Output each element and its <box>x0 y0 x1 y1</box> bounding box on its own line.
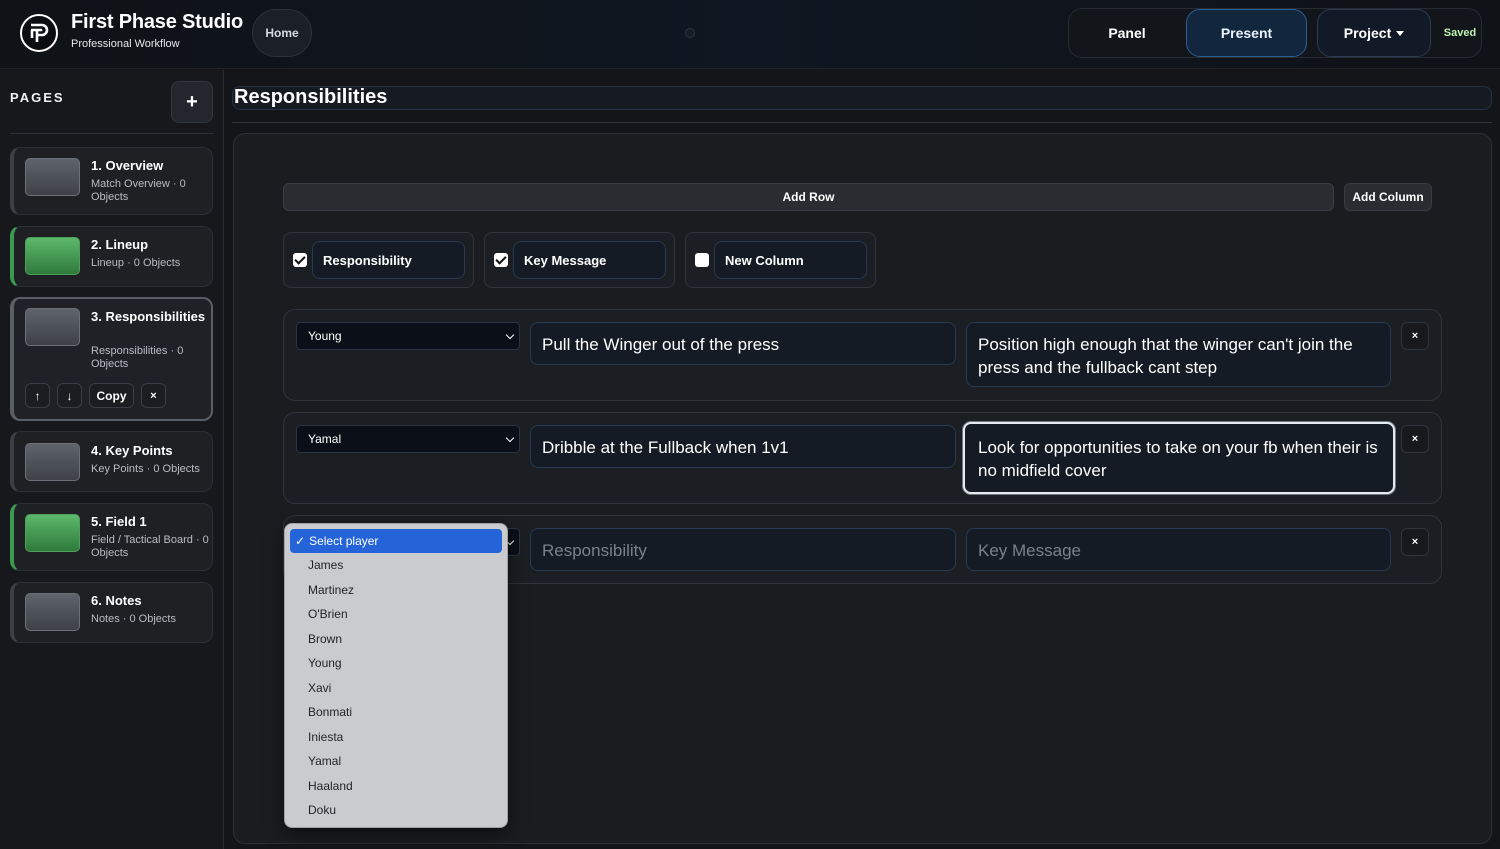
logo-icon <box>20 14 58 52</box>
page-thumbnail <box>25 237 80 275</box>
copy-page-button[interactable]: Copy <box>89 383 134 408</box>
page-title: Responsibilities <box>234 86 388 108</box>
page-card-responsibilities[interactable]: 3. Responsibilities Responsibilities · 0… <box>10 297 213 421</box>
column-visible-checkbox[interactable] <box>695 253 709 267</box>
column-visible-checkbox[interactable] <box>494 253 508 267</box>
project-menu-button[interactable]: Project <box>1317 9 1431 57</box>
page-card-key-points[interactable]: 4. Key Points Key Points · 0 Objects <box>10 431 213 492</box>
move-down-button[interactable]: ↓ <box>57 383 82 408</box>
column-card-new-column: New Column <box>685 232 876 288</box>
dropdown-option[interactable]: Yamal <box>285 749 507 774</box>
player-dropdown: ✓ Select player James Martinez O'Brien Br… <box>284 523 508 828</box>
status-dot-icon <box>685 28 695 38</box>
dropdown-option[interactable]: Doku <box>285 798 507 823</box>
dropdown-option[interactable]: Young <box>285 651 507 676</box>
page-title-bar[interactable] <box>232 86 1492 110</box>
page-title: 1. Overview <box>91 158 164 173</box>
player-select[interactable]: Yamal <box>296 425 520 453</box>
project-label: Project <box>1343 25 1392 41</box>
responsibility-field[interactable]: Pull the Winger out of the press <box>530 322 956 365</box>
main-divider <box>232 122 1492 123</box>
dropdown-option[interactable]: O'Brien <box>285 602 507 627</box>
caret-down-icon <box>1396 30 1405 36</box>
player-select-value: Young <box>308 329 342 343</box>
page-subtitle: Key Points · 0 Objects <box>91 463 200 475</box>
page-subtitle: Lineup · 0 Objects <box>91 257 181 269</box>
delete-row-button[interactable]: × <box>1401 322 1429 350</box>
page-card-lineup[interactable]: 2. Lineup Lineup · 0 Objects <box>10 226 213 287</box>
page-thumbnail <box>25 443 80 481</box>
page-subtitle: Notes · 0 Objects <box>91 613 176 625</box>
home-button[interactable]: Home <box>252 9 312 57</box>
page-thumbnail <box>25 514 80 552</box>
column-name-input[interactable]: Responsibility <box>312 241 465 279</box>
column-name-input[interactable]: New Column <box>714 241 867 279</box>
dropdown-option[interactable]: Iniesta <box>285 725 507 750</box>
page-title: 4. Key Points <box>91 443 173 458</box>
delete-row-button[interactable]: × <box>1401 425 1429 453</box>
dropdown-option[interactable]: Martinez <box>285 578 507 603</box>
dropdown-option[interactable]: Brown <box>285 627 507 652</box>
page-subtitle: Responsibilities · 0 Objects <box>91 345 184 370</box>
page-card-overview[interactable]: 1. Overview Match Overview · 0 Objects <box>10 147 213 215</box>
page-title: 5. Field 1 <box>91 514 147 529</box>
add-row-button[interactable]: Add Row <box>283 183 1334 211</box>
page-thumbnail <box>25 593 80 631</box>
column-card-responsibility: Responsibility <box>283 232 474 288</box>
page-card-notes[interactable]: 6. Notes Notes · 0 Objects <box>10 582 213 643</box>
move-up-button[interactable]: ↑ <box>25 383 50 408</box>
page-subtitle: Field / Tactical Board · 0 Objects <box>91 534 209 559</box>
add-column-button[interactable]: Add Column <box>1344 183 1432 211</box>
dropdown-option-label: Select player <box>309 534 379 548</box>
dropdown-option-selected[interactable]: ✓ Select player <box>290 529 502 553</box>
add-page-button[interactable]: + <box>171 81 213 123</box>
column-name-input[interactable]: Key Message <box>513 241 666 279</box>
page-thumbnail <box>25 158 80 196</box>
column-visible-checkbox[interactable] <box>293 253 307 267</box>
page-card-field-1[interactable]: 5. Field 1 Field / Tactical Board · 0 Ob… <box>10 503 213 571</box>
responsibility-field[interactable]: Responsibility <box>530 528 956 571</box>
brand-subtitle: Professional Workflow <box>71 38 180 50</box>
player-select[interactable]: Young <box>296 322 520 350</box>
check-icon: ✓ <box>295 534 306 548</box>
dropdown-option[interactable]: James <box>285 553 507 578</box>
app-header: First Phase Studio Professional Workflow… <box>0 0 1500 69</box>
dropdown-option[interactable]: Bonmati <box>285 700 507 725</box>
pages-label: PAGES <box>10 90 65 105</box>
delete-page-button[interactable]: × <box>141 383 166 408</box>
sidebar-divider <box>10 133 213 134</box>
page-thumbnail <box>25 308 80 346</box>
column-card-key-message: Key Message <box>484 232 675 288</box>
top-toolbar: Panel Present Project Saved <box>1068 8 1482 58</box>
page-title: 6. Notes <box>91 593 142 608</box>
pages-sidebar: PAGES + 1. Overview Match Overview · 0 O… <box>0 70 224 849</box>
page-title: 3. Responsibilities <box>91 309 206 324</box>
present-button[interactable]: Present <box>1186 9 1307 57</box>
dropdown-option[interactable]: Xavi <box>285 676 507 701</box>
key-message-field[interactable]: Look for opportunities to take on your f… <box>963 422 1395 494</box>
page-subtitle: Match Overview · 0 Objects <box>91 178 186 203</box>
delete-row-button[interactable]: × <box>1401 528 1429 556</box>
dropdown-option[interactable]: Haaland <box>285 774 507 799</box>
key-message-field[interactable]: Key Message <box>966 528 1391 571</box>
chevron-down-icon <box>505 330 515 340</box>
responsibility-field[interactable]: Dribble at the Fullback when 1v1 <box>530 425 956 468</box>
brand-title: First Phase Studio <box>71 11 243 33</box>
key-message-field[interactable]: Position high enough that the winger can… <box>966 322 1391 387</box>
chevron-down-icon <box>505 433 515 443</box>
player-select-value: Yamal <box>308 432 342 446</box>
panel-button[interactable]: Panel <box>1069 9 1185 57</box>
page-title: 2. Lineup <box>91 237 149 252</box>
saved-status: Saved <box>1443 27 1477 39</box>
